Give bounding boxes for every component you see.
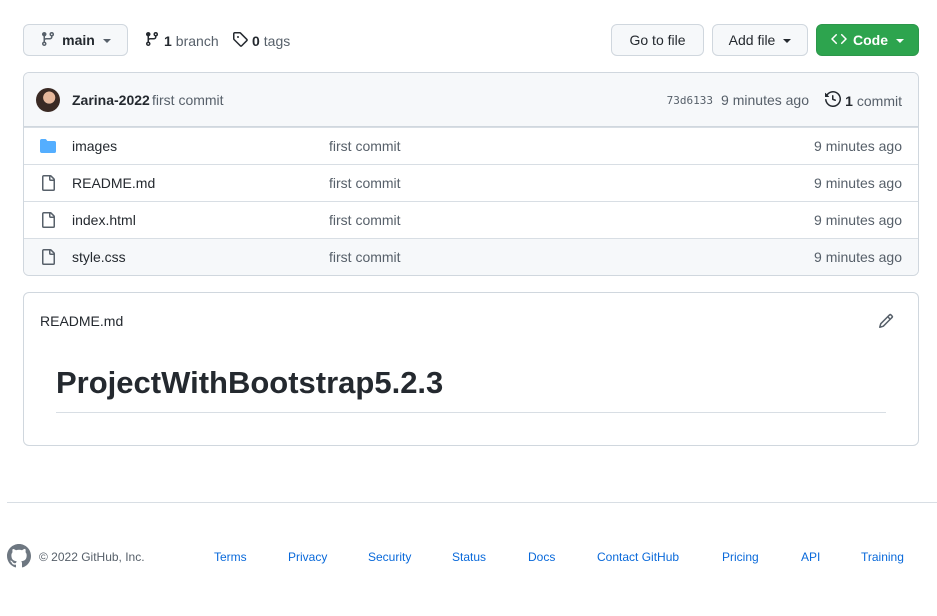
chevron-down-icon (896, 39, 904, 43)
file-row-readme[interactable]: README.md first commit 9 minutes ago (24, 164, 918, 201)
commit-count: 1 (845, 92, 853, 109)
footer-link-terms[interactable]: Terms (214, 550, 247, 564)
file-icon (40, 212, 56, 231)
file-name-link[interactable]: README.md (72, 175, 155, 191)
chevron-down-icon (783, 39, 792, 43)
footer-link-status[interactable]: Status (452, 550, 486, 564)
branch-name: main (62, 32, 95, 48)
code-button[interactable]: Code (816, 24, 919, 56)
branch-select-button[interactable]: main (23, 24, 128, 56)
file-commit-time: 9 minutes ago (814, 175, 902, 191)
file-name-link[interactable]: style.css (72, 249, 126, 265)
file-commit-time: 9 minutes ago (814, 249, 902, 265)
commit-sha-link[interactable]: 73d6133 (667, 94, 713, 107)
footer-divider (7, 502, 937, 503)
file-name-link[interactable]: index.html (72, 212, 136, 228)
file-commit-message-link[interactable]: first commit (329, 138, 401, 154)
footer-link-security[interactable]: Security (368, 550, 411, 564)
file-row-index-html[interactable]: index.html first commit 9 minutes ago (24, 201, 918, 238)
footer-link-api[interactable]: API (801, 550, 820, 564)
readme-title[interactable]: README.md (40, 313, 123, 329)
tag-count: 0 (252, 32, 260, 49)
git-branch-icon (144, 31, 160, 50)
avatar[interactable] (36, 88, 60, 112)
commit-count-label: commit (856, 92, 902, 109)
readme-heading: ProjectWithBootstrap5.2.3 (56, 365, 444, 400)
tags-link[interactable]: 0 tags (232, 31, 290, 50)
history-icon (825, 90, 842, 110)
github-logo-icon[interactable] (7, 544, 31, 573)
copyright-text: © 2022 GitHub, Inc. (39, 550, 145, 564)
go-to-file-button[interactable]: Go to file (611, 24, 704, 56)
pencil-icon[interactable] (878, 313, 894, 334)
repository-page: main 1 branch 0 tags Go to file Add file… (0, 0, 937, 616)
file-row-style-css[interactable]: style.css first commit 9 minutes ago (24, 238, 918, 275)
tag-label: tags (263, 32, 291, 49)
heading-divider (56, 412, 886, 413)
branch-count: 1 (164, 32, 172, 49)
tag-icon (232, 31, 248, 50)
git-branch-icon (40, 31, 56, 50)
footer-link-docs[interactable]: Docs (528, 550, 555, 564)
file-commit-message-link[interactable]: first commit (329, 212, 401, 228)
footer-link-pricing[interactable]: Pricing (722, 550, 759, 564)
chevron-down-icon (102, 39, 111, 43)
add-file-label: Add file (728, 32, 776, 48)
file-icon (40, 249, 56, 268)
branches-link[interactable]: 1 branch (144, 31, 219, 50)
file-list-box: Zarina-2022 first commit 73d6133 9 minut… (23, 72, 919, 276)
code-label: Code (853, 32, 888, 48)
file-commit-time: 9 minutes ago (814, 138, 902, 154)
commit-time: 9 minutes ago (721, 92, 809, 108)
commit-message-link[interactable]: first commit (152, 92, 224, 108)
add-file-button[interactable]: Add file (712, 24, 808, 56)
folder-icon (40, 138, 56, 157)
commit-history-link[interactable]: 1 commit (825, 90, 902, 110)
commit-author-link[interactable]: Zarina-2022 (72, 92, 150, 108)
footer-link-contact[interactable]: Contact GitHub (597, 550, 679, 564)
readme-box: README.md ProjectWithBootstrap5.2.3 (23, 292, 919, 446)
footer-link-privacy[interactable]: Privacy (288, 550, 327, 564)
code-icon (831, 31, 847, 50)
latest-commit-bar: Zarina-2022 first commit 73d6133 9 minut… (24, 73, 918, 127)
file-name-link[interactable]: images (72, 138, 117, 154)
footer-link-training[interactable]: Training (861, 550, 904, 564)
file-row-images[interactable]: images first commit 9 minutes ago (24, 127, 918, 164)
file-commit-message-link[interactable]: first commit (329, 249, 401, 265)
file-commit-time: 9 minutes ago (814, 212, 902, 228)
branch-label: branch (175, 32, 219, 49)
file-commit-message-link[interactable]: first commit (329, 175, 401, 191)
file-icon (40, 175, 56, 194)
